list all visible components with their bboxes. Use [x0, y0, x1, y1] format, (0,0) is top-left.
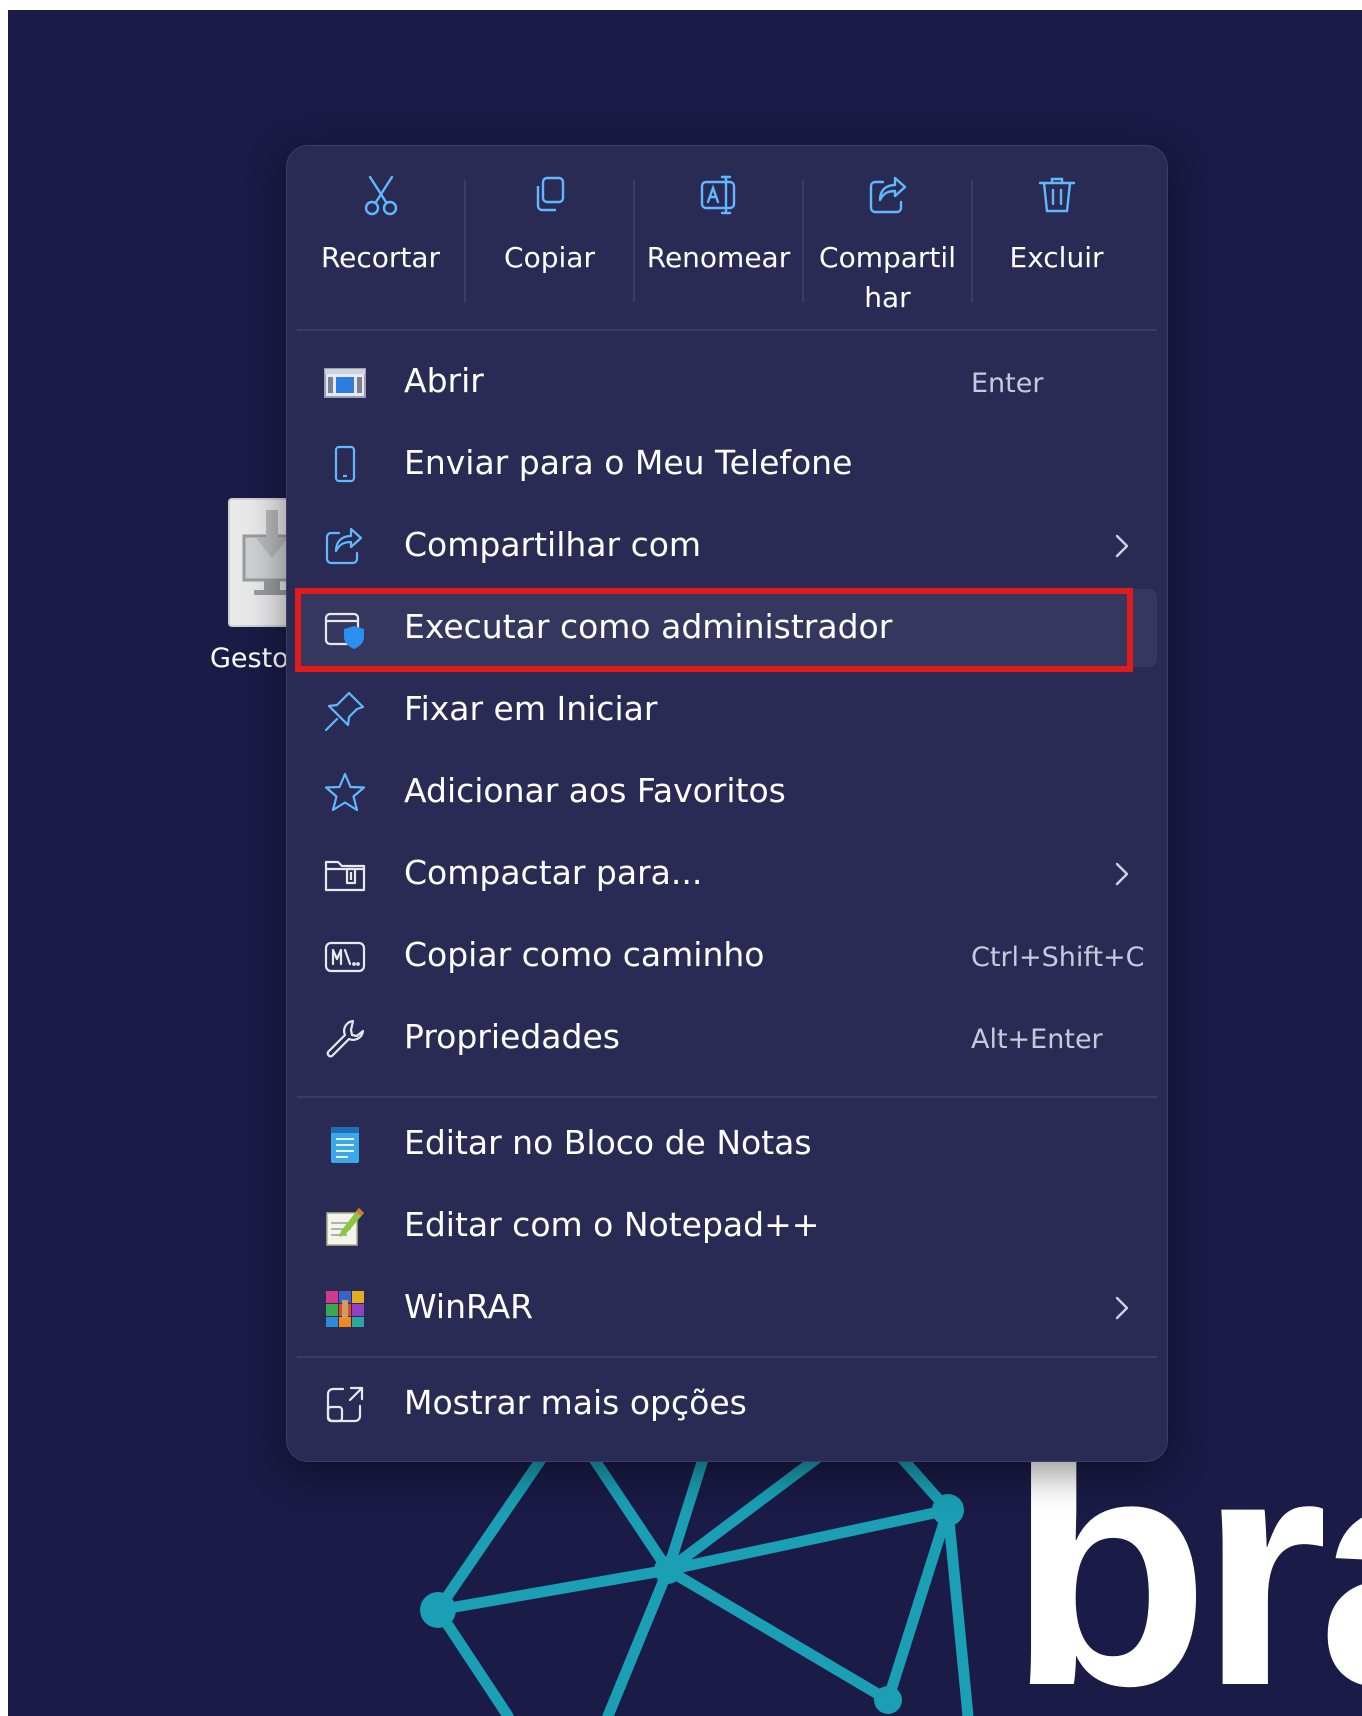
share-icon [325, 527, 363, 565]
menu-item-show-more-options[interactable]: Mostrar mais opções [297, 1365, 1157, 1443]
menu-item-send-to-phone[interactable]: Enviar para o Meu Telefone [297, 425, 1157, 503]
winrar-icon [326, 1291, 364, 1327]
notepadpp-icon [326, 1208, 364, 1246]
menu-item-label: Editar no Bloco de Notas [404, 1123, 812, 1162]
quick-actions-bar: Recortar Copiar Renomear Compartil har E… [287, 146, 1167, 329]
shortcut-text: Alt+Enter [971, 1024, 1103, 1055]
menu-item-pin-to-start[interactable]: Fixar em Iniciar [297, 671, 1157, 749]
share-icon [869, 176, 906, 214]
menu-item-label: Compartilhar com [404, 525, 702, 564]
divider [297, 1356, 1157, 1358]
delete-label: Excluir [1009, 241, 1104, 274]
open-window-icon [324, 368, 366, 398]
menu-item-label: Fixar em Iniciar [404, 689, 658, 728]
more-options-icon [326, 1386, 364, 1423]
menu-item-label: Mostrar mais opções [404, 1383, 747, 1422]
copy-button[interactable]: Copiar [466, 146, 633, 316]
rename-icon [700, 175, 735, 215]
shortcut-text: Ctrl+Shift+C [971, 942, 1145, 973]
cut-button[interactable]: Recortar [297, 146, 464, 316]
wrench-icon [326, 1019, 365, 1058]
copy-label: Copiar [504, 241, 595, 274]
share-label: Compartil har [819, 241, 956, 314]
menu-item-label: Adicionar aos Favoritos [404, 771, 786, 810]
menu-item-compress-to[interactable]: Compactar para... [297, 835, 1157, 913]
menu-item-label: Abrir [404, 361, 484, 400]
notepad-icon [331, 1127, 359, 1163]
chevron-right-icon [1115, 534, 1129, 558]
chevron-right-icon [1115, 862, 1129, 886]
cut-label: Recortar [320, 241, 441, 274]
star-icon [324, 772, 366, 812]
shortcut-text: Enter [971, 368, 1044, 399]
trash-icon [1038, 177, 1075, 213]
menu-item-label: Compactar para... [404, 853, 703, 892]
path-icon [324, 941, 366, 973]
chevron-right-icon [1115, 1296, 1129, 1320]
shield-admin-icon [324, 612, 364, 649]
menu-item-label: Propriedades [404, 1017, 620, 1056]
menu-item-label: Editar com o Notepad++ [404, 1205, 820, 1244]
divider [297, 1096, 1157, 1098]
menu-item-edit-in-notepad[interactable]: Editar no Bloco de Notas [297, 1105, 1157, 1183]
menu-item-edit-with-notepadpp[interactable]: Editar com o Notepad++ [297, 1187, 1157, 1265]
copy-icon [536, 176, 564, 212]
menu-item-label: WinRAR [404, 1287, 534, 1326]
menu-item-add-to-favorites[interactable]: Adicionar aos Favoritos [297, 753, 1157, 831]
menu-item-share-with[interactable]: Compartilhar com [297, 507, 1157, 585]
menu-item-copy-as-path[interactable]: Copiar como caminho Ctrl+Shift+C [297, 917, 1157, 995]
menu-item-label: Enviar para o Meu Telefone [404, 443, 853, 482]
context-menu: Recortar Copiar Renomear Compartil har E… [286, 145, 1168, 1462]
menu-item-properties[interactable]: Propriedades Alt+Enter [297, 999, 1157, 1077]
menu-item-run-as-admin[interactable]: Executar como administrador [297, 589, 1157, 667]
divider [297, 329, 1157, 331]
zip-folder-icon [324, 860, 366, 892]
menu-item-label: Executar como administrador [404, 607, 893, 646]
rename-button[interactable]: Renomear [635, 146, 802, 316]
phone-icon [334, 445, 356, 483]
menu-item-open[interactable]: Abrir Enter [297, 343, 1157, 421]
rename-label: Renomear [646, 241, 791, 274]
desktop: bra Gestorl [8, 10, 1362, 1716]
share-button[interactable]: Compartil har [804, 146, 971, 316]
menu-item-label: Copiar como caminho [404, 935, 765, 974]
delete-button[interactable]: Excluir [973, 146, 1140, 316]
scissors-icon [364, 175, 397, 216]
pin-icon [324, 691, 365, 732]
menu-item-winrar[interactable]: WinRAR [297, 1269, 1157, 1347]
